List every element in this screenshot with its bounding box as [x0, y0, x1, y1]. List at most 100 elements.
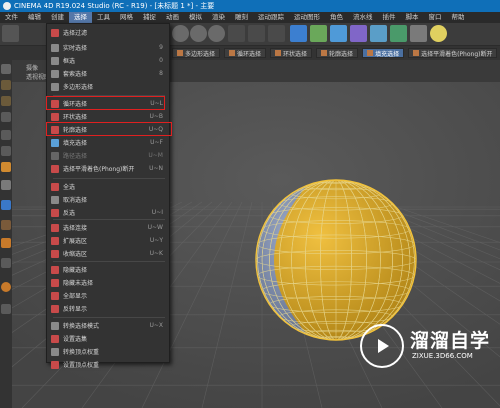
menu-item-label: 设置选集: [63, 336, 88, 343]
render-picture-icon[interactable]: [248, 25, 265, 42]
menu-item-3[interactable]: 套索选择 8: [47, 67, 169, 80]
menu-item-18[interactable]: 隐藏未选择: [47, 276, 169, 289]
select-dropdown-menu: 选择过滤 实时选择 9 框选 0 套索选择 8 多边形选择 循环选择 U~L 环状选择 U~B 轮廓选择…: [46, 23, 170, 369]
menu-item-8[interactable]: 填充选择 U~F: [47, 136, 169, 149]
make-editable-icon[interactable]: [1, 64, 11, 74]
menu-item-23[interactable]: 转换顶点权重: [47, 345, 169, 358]
mode-button-4[interactable]: 填充选择: [362, 48, 405, 58]
mode-button-1[interactable]: 循环选择: [224, 48, 267, 58]
menu-3[interactable]: 选择: [69, 12, 92, 23]
menu-separator: [53, 178, 165, 179]
menu-14[interactable]: 流水线: [348, 12, 378, 23]
menu-10[interactable]: 雕刻: [230, 12, 253, 23]
deformer-icon[interactable]: [370, 25, 387, 42]
rotate-y-icon[interactable]: [190, 25, 207, 42]
menu-item-13[interactable]: 反选 U~I: [47, 206, 169, 219]
menu-12[interactable]: 运动图形: [289, 12, 325, 23]
camera-icon[interactable]: [410, 25, 427, 42]
menu-item-12[interactable]: 取消选择: [47, 193, 169, 206]
selection-tool-icon: [51, 151, 59, 160]
undo-icon[interactable]: [2, 25, 19, 42]
selection-mode-icon: [229, 50, 236, 56]
menu-7[interactable]: 动画: [161, 12, 184, 23]
cube-icon[interactable]: [290, 25, 307, 42]
menu-item-16[interactable]: 收缩选区 U~K: [47, 247, 169, 260]
menu-18[interactable]: 帮助: [447, 12, 470, 23]
menu-5[interactable]: 网格: [115, 12, 138, 23]
menu-item-4[interactable]: 多边形选择: [47, 80, 169, 93]
menu-item-19[interactable]: 全部显示: [47, 289, 169, 302]
mode-button-5[interactable]: 选择平滑着色(Phong)断开: [408, 48, 498, 58]
quantize-icon[interactable]: [1, 258, 11, 268]
render-view-icon[interactable]: [228, 25, 245, 42]
menu-item-label: 选择连接: [63, 225, 88, 232]
model-mode-icon[interactable]: [1, 80, 11, 90]
menu-0[interactable]: 文件: [0, 12, 23, 23]
edges-mode-icon[interactable]: [1, 146, 11, 156]
menu-4[interactable]: 工具: [92, 12, 115, 23]
menu-15[interactable]: 插件: [378, 12, 401, 23]
mode-button-0[interactable]: 多边形选择: [172, 48, 221, 58]
scene-icon[interactable]: [390, 25, 407, 42]
menu-item-21[interactable]: 转换选择模式 U~X: [47, 319, 169, 332]
selection-mode-icon: [413, 50, 420, 56]
selection-tool-icon: [51, 249, 59, 258]
selection-mode-icon: [367, 50, 374, 56]
menu-item-24[interactable]: 设置顶点权重: [47, 358, 169, 371]
workplane-icon[interactable]: [1, 112, 11, 122]
subdivision-icon[interactable]: [330, 25, 347, 42]
enable-snapping-icon[interactable]: [1, 238, 11, 248]
menu-11[interactable]: 运动跟踪: [253, 12, 289, 23]
menu-item-10[interactable]: 选择平滑着色(Phong)断开 U~N: [47, 162, 169, 175]
menu-item-20[interactable]: 反转显示: [47, 302, 169, 315]
menu-item-shortcut: U~Y: [149, 237, 163, 244]
rotate-z-icon[interactable]: [208, 25, 225, 42]
mode-button-3[interactable]: 轮廓选择: [316, 48, 359, 58]
menu-item-0[interactable]: 选择过滤: [47, 26, 169, 39]
points-mode-icon[interactable]: [1, 130, 11, 140]
menu-16[interactable]: 脚本: [401, 12, 424, 23]
menu-item-22[interactable]: 设置选集: [47, 332, 169, 345]
highlight-outline-selection: [46, 122, 172, 136]
selection-tool-icon: [51, 182, 59, 191]
menu-item-2[interactable]: 框选 0: [47, 54, 169, 67]
lock-workplane-icon[interactable]: [1, 220, 11, 230]
selection-mode-icon: [177, 50, 183, 56]
menu-9[interactable]: 渲染: [207, 12, 230, 23]
menu-item-9: 路径选择 U~M: [47, 149, 169, 162]
snap-icon[interactable]: [1, 200, 11, 210]
menu-item-14[interactable]: 选择连接 U~W: [47, 221, 169, 234]
selection-tool-icon: [51, 291, 59, 300]
menu-item-17[interactable]: 隐藏选择: [47, 263, 169, 276]
mode-button-label: 选择平滑着色(Phong)断开: [421, 50, 493, 58]
menu-item-11[interactable]: 全选: [47, 180, 169, 193]
menu-item-label: 路径选择: [63, 153, 88, 160]
array-icon[interactable]: [350, 25, 367, 42]
menu-17[interactable]: 窗口: [424, 12, 447, 23]
light-icon[interactable]: [430, 25, 447, 42]
menu-2[interactable]: 创建: [46, 12, 69, 23]
menu-item-label: 转换选择模式: [63, 323, 100, 330]
menu-13[interactable]: 角色: [325, 12, 348, 23]
menu-1[interactable]: 编辑: [23, 12, 46, 23]
menu-item-shortcut: 8: [159, 70, 163, 77]
mode-button-label: 轮廓选择: [329, 50, 354, 58]
mode-button-2[interactable]: 环状选择: [270, 48, 313, 58]
axis-mode-icon[interactable]: [1, 180, 11, 190]
pen-icon[interactable]: [310, 25, 327, 42]
menu-item-shortcut: U~W: [147, 224, 163, 231]
menu-item-shortcut: U~F: [150, 139, 163, 146]
menu-item-15[interactable]: 扩展选区 U~Y: [47, 234, 169, 247]
polygons-mode-icon[interactable]: [1, 162, 11, 172]
menu-8[interactable]: 模拟: [184, 12, 207, 23]
menu-item-label: 实时选择: [63, 45, 88, 52]
soft-selection-icon[interactable]: [1, 282, 11, 292]
menu-item-label: 转换顶点权重: [63, 349, 100, 356]
menu-item-1[interactable]: 实时选择 9: [47, 41, 169, 54]
texture-mode-icon[interactable]: [1, 96, 11, 106]
menu-6[interactable]: 捕捉: [138, 12, 161, 23]
paint-icon[interactable]: [1, 304, 11, 314]
rotate-x-icon[interactable]: [172, 25, 189, 42]
camera-menu[interactable]: 摄像: [26, 63, 38, 72]
render-settings-icon[interactable]: [268, 25, 285, 42]
